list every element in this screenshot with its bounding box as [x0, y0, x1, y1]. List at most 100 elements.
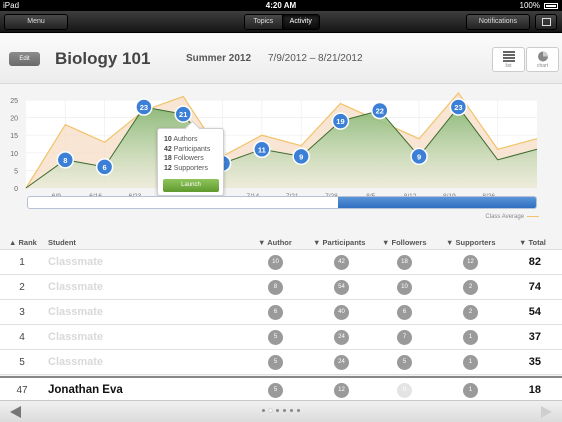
data-point-label: 6: [103, 163, 107, 172]
course-title: Biology 101: [55, 49, 151, 68]
y-tick-label: 25: [10, 98, 18, 105]
supporters-count-badge: 2: [463, 280, 478, 295]
tab-topics[interactable]: Topics: [245, 15, 282, 29]
menu-button[interactable]: Menu: [4, 14, 68, 30]
data-point-label: 11: [258, 145, 266, 154]
total-cell: 74: [528, 281, 541, 293]
student-column-header[interactable]: Student: [48, 238, 76, 247]
bottom-bar: [0, 400, 562, 422]
table-row[interactable]: 4 Classmate 5 24 7 1 37: [0, 325, 562, 350]
chart-view-button[interactable]: chart: [526, 47, 559, 72]
author-count-badge: 5: [268, 330, 283, 345]
rank-column-header[interactable]: ▲ Rank: [9, 238, 37, 247]
page-dot[interactable]: [276, 409, 279, 412]
author-column-header[interactable]: ▼ Author: [258, 238, 292, 247]
share-button[interactable]: [535, 14, 557, 30]
table-row[interactable]: 5 Classmate 5 24 5 1 35: [0, 350, 562, 375]
student-name: Classmate: [48, 306, 104, 318]
y-tick-label: 20: [10, 116, 18, 123]
student-name: Classmate: [48, 256, 104, 268]
data-point-label: 8: [63, 156, 67, 165]
tab-activity[interactable]: Activity: [281, 15, 319, 29]
student-name: Classmate: [48, 331, 104, 343]
student-name: Classmate: [48, 356, 104, 368]
y-tick-label: 5: [14, 168, 18, 175]
table-row-current-user[interactable]: 47 Jonathan Eva 5 12 0 1 18: [0, 376, 562, 401]
data-point-label: 23: [454, 103, 462, 112]
tooltip-line: 12 Supporters: [164, 164, 208, 172]
next-arrow-icon[interactable]: [541, 406, 552, 418]
participants-count-badge: 12: [334, 383, 349, 398]
student-name: Classmate: [48, 281, 104, 293]
page-dot[interactable]: [262, 409, 265, 412]
data-point-label: 22: [376, 107, 384, 116]
author-count-badge: 8: [268, 280, 283, 295]
participants-column-header[interactable]: ▼ Participants: [313, 238, 365, 247]
data-point-label: 9: [299, 152, 303, 161]
notifications-button[interactable]: Notifications: [466, 14, 530, 30]
participants-count-badge: 42: [334, 255, 349, 270]
battery-percent: 100%: [519, 1, 540, 10]
followers-column-header[interactable]: ▼ Followers: [382, 238, 427, 247]
chart-view-label: chart: [536, 63, 549, 69]
author-count-badge: 6: [268, 305, 283, 320]
page-dot[interactable]: [269, 409, 272, 412]
legend-label: Class Average: [485, 214, 524, 220]
timeline-scroll-thumb[interactable]: [338, 197, 536, 208]
list-icon: [502, 51, 515, 62]
table-header: ▲ Rank Student ▼ Author ▼ Participants ▼…: [0, 232, 562, 250]
rank-cell: 3: [19, 307, 25, 318]
battery-icon: [544, 3, 558, 9]
rank-cell: 5: [19, 357, 25, 368]
previous-arrow-icon[interactable]: [10, 406, 21, 418]
total-column-header[interactable]: ▼ Total: [519, 238, 546, 247]
clock: 4:20 AM: [265, 1, 297, 10]
author-count-badge: 10: [268, 255, 283, 270]
course-header: Edit Biology 101 Summer 2012 7/9/2012 – …: [0, 34, 562, 84]
table-row[interactable]: 2 Classmate 8 54 10 2 74: [0, 275, 562, 300]
page-dot[interactable]: [290, 409, 293, 412]
point-tooltip: 10 Authors 42 Participants 18 Followers …: [157, 128, 224, 196]
tooltip-line: 42 Participants: [164, 145, 211, 153]
participants-count-badge: 24: [334, 330, 349, 345]
y-tick-label: 15: [10, 133, 18, 140]
tooltip-line: 18 Followers: [164, 155, 204, 162]
participants-count-badge: 54: [334, 280, 349, 295]
supporters-count-badge: 1: [463, 383, 478, 398]
total-cell: 37: [528, 331, 541, 343]
followers-count-badge: 5: [397, 355, 412, 370]
participants-count-badge: 24: [334, 355, 349, 370]
legend-swatch: [527, 215, 539, 218]
nav-bar: Menu Topics Activity Notifications: [0, 11, 562, 33]
followers-count-badge: 0: [397, 383, 412, 398]
rank-cell: 47: [16, 385, 28, 396]
data-point-label: 9: [417, 152, 421, 161]
total-cell: 54: [528, 306, 541, 318]
list-view-label: list: [505, 63, 512, 69]
student-name: Jonathan Eva: [48, 384, 123, 396]
total-cell: 35: [528, 356, 541, 368]
table-row[interactable]: 1 Classmate 10 42 18 12 82: [0, 250, 562, 275]
timeline-scrollbar[interactable]: [27, 196, 537, 209]
followers-count-badge: 6: [397, 305, 412, 320]
author-count-badge: 5: [268, 355, 283, 370]
data-point-label: 19: [336, 117, 344, 126]
table-row[interactable]: 3 Classmate 6 40 6 2 54: [0, 300, 562, 325]
supporters-column-header[interactable]: ▼ Supporters: [446, 238, 496, 247]
rank-cell: 2: [19, 282, 25, 293]
view-switcher: Topics Activity: [244, 14, 320, 30]
list-view-button[interactable]: list: [492, 47, 525, 72]
rank-cell: 1: [19, 257, 25, 268]
date-range: 7/9/2012 – 8/21/2012: [268, 53, 363, 64]
page-dot[interactable]: [283, 409, 286, 412]
supporters-count-badge: 1: [463, 355, 478, 370]
page-dot[interactable]: [297, 409, 300, 412]
pie-chart-icon: [537, 51, 548, 62]
launch-button[interactable]: Launch: [163, 179, 219, 192]
followers-count-badge: 7: [397, 330, 412, 345]
edit-button[interactable]: Edit: [9, 52, 40, 66]
supporters-count-badge: 2: [463, 305, 478, 320]
supporters-count-badge: 1: [463, 330, 478, 345]
page-indicator[interactable]: [262, 409, 300, 412]
share-icon: [542, 18, 551, 26]
